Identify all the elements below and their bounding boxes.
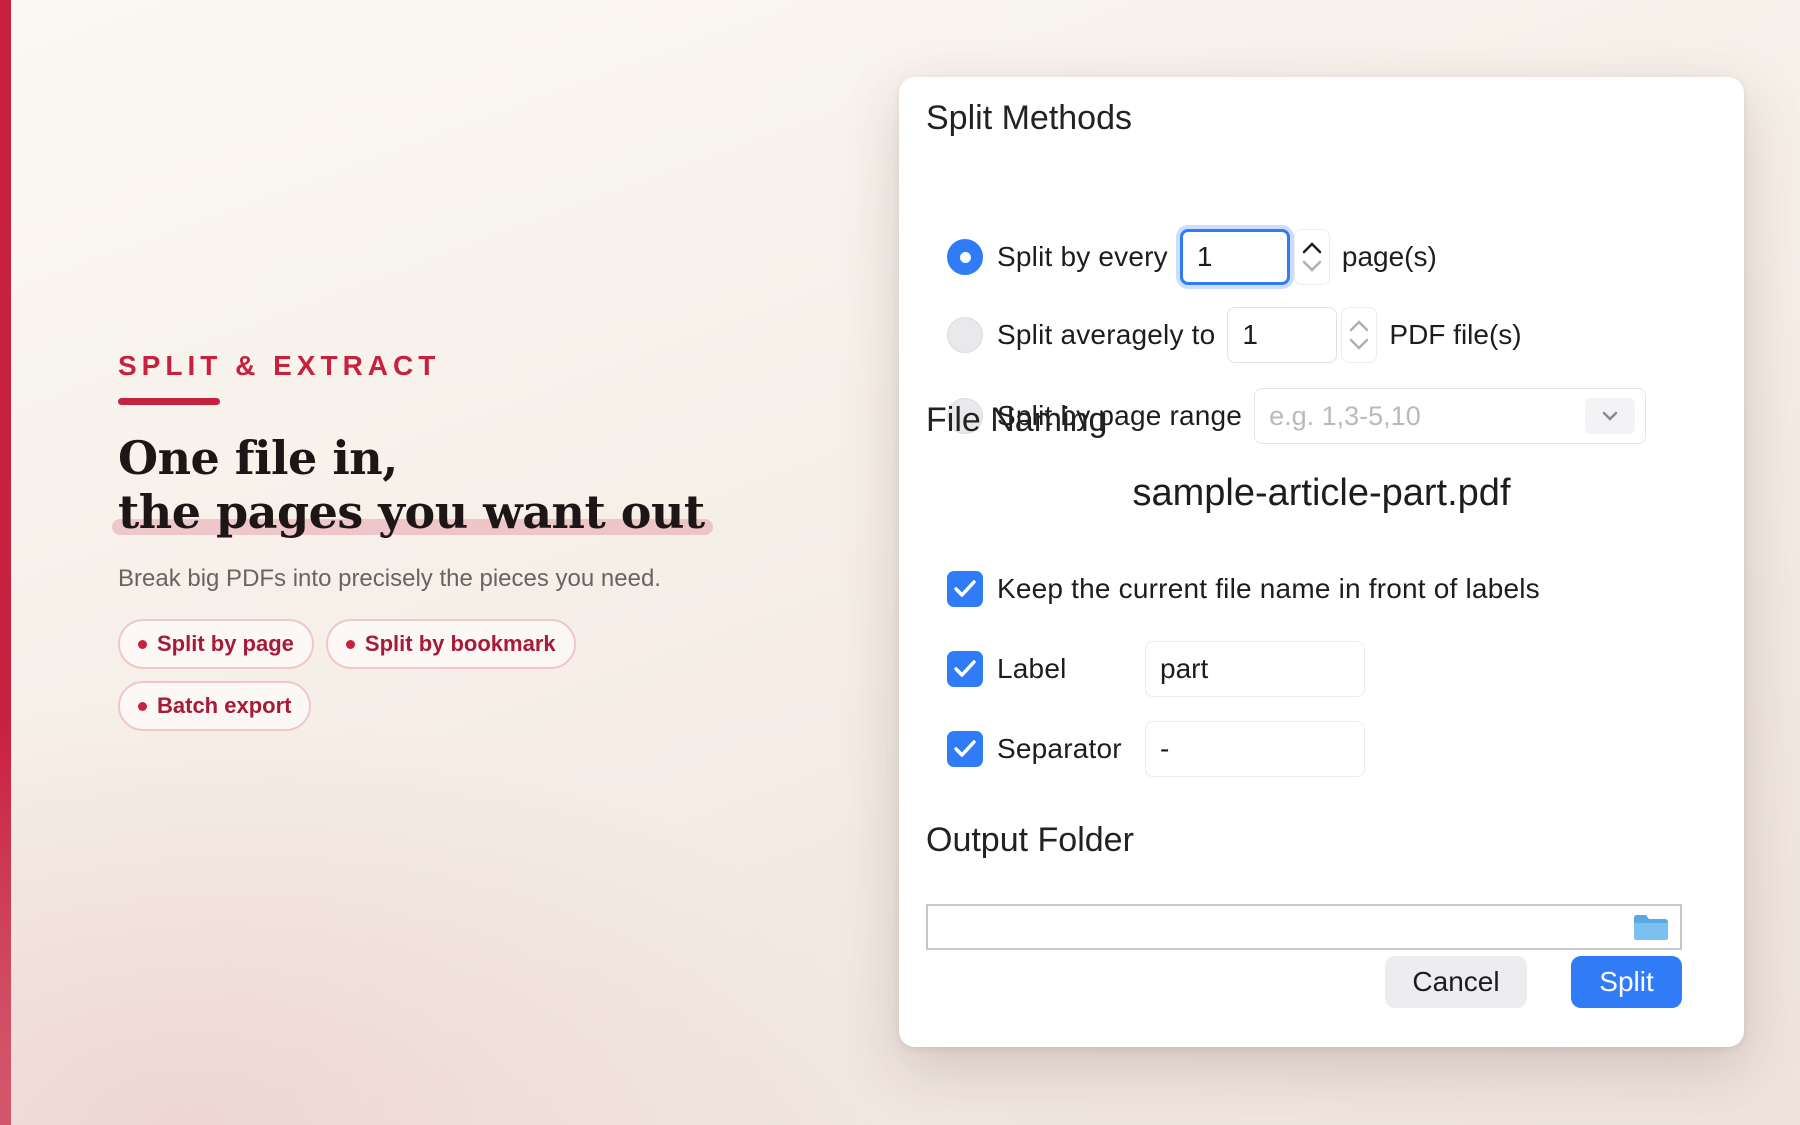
headline-line-1: One file in, xyxy=(118,431,398,485)
chip-split-by-bookmark: Split by bookmark xyxy=(325,619,576,669)
split-every-row: Split by every page(s) xyxy=(947,227,1437,287)
checkmark-icon xyxy=(954,580,976,597)
hero-panel: SPLIT & EXTRACT One file in, the pages y… xyxy=(112,350,738,731)
page-range-input[interactable] xyxy=(1269,400,1570,432)
bullet-icon xyxy=(138,639,147,649)
bullet-icon xyxy=(138,701,147,711)
split-average-label[interactable]: Split averagely to xyxy=(997,319,1215,351)
keep-name-row: Keep the current file name in front of l… xyxy=(947,559,1540,619)
eyebrow-underline xyxy=(118,398,220,405)
separator-text[interactable]: Separator xyxy=(997,733,1122,765)
headline-highlight: the pages you want out xyxy=(112,485,713,539)
headline-line-2: the pages you want out xyxy=(112,485,738,539)
keep-name-checkbox[interactable] xyxy=(947,571,983,607)
chip-label: Batch export xyxy=(157,693,292,718)
split-average-input[interactable] xyxy=(1227,307,1338,363)
eyebrow-text: SPLIT & EXTRACT xyxy=(118,350,441,381)
checkmark-icon xyxy=(954,740,976,757)
chip-label: Split by page xyxy=(157,631,294,656)
separator-checkbox[interactable] xyxy=(947,731,983,767)
chevron-up-icon[interactable] xyxy=(1348,319,1370,333)
split-every-radio[interactable] xyxy=(947,239,983,275)
page-range-dropdown-button[interactable] xyxy=(1585,398,1636,434)
split-every-label[interactable]: Split by every xyxy=(997,241,1168,273)
file-name-preview: sample-article-part.pdf xyxy=(1132,472,1511,514)
background-glow xyxy=(0,700,900,1125)
label-row: Label xyxy=(947,639,1067,699)
feature-chips: Split by page Split by bookmark Batch ex… xyxy=(118,619,618,731)
chevron-down-icon[interactable] xyxy=(1301,259,1323,273)
output-folder-title: Output Folder xyxy=(926,821,1134,859)
output-folder-field[interactable] xyxy=(926,904,1682,950)
label-checkbox[interactable] xyxy=(947,651,983,687)
split-average-stepper[interactable] xyxy=(1341,307,1378,363)
split-dialog: Split Methods Split by every page(s) Spl… xyxy=(899,77,1744,1047)
separator-input[interactable] xyxy=(1145,721,1365,777)
chip-label: Split by bookmark xyxy=(364,631,556,656)
headline: One file in, the pages you want out xyxy=(112,431,738,539)
split-methods-title: Split Methods xyxy=(926,99,1132,137)
folder-icon[interactable] xyxy=(1632,912,1670,942)
chevron-down-icon[interactable] xyxy=(1348,337,1370,351)
chevron-down-icon xyxy=(1602,411,1618,421)
split-every-input[interactable] xyxy=(1179,229,1290,285)
chip-split-by-page: Split by page xyxy=(118,619,314,669)
checkmark-icon xyxy=(954,660,976,677)
split-button[interactable]: Split xyxy=(1571,956,1682,1008)
keep-name-label[interactable]: Keep the current file name in front of l… xyxy=(997,573,1540,605)
bullet-icon xyxy=(345,639,355,649)
hero-subtitle: Break big PDFs into precisely the pieces… xyxy=(118,565,661,592)
split-every-stepper[interactable] xyxy=(1293,229,1330,285)
label-text[interactable]: Label xyxy=(997,653,1067,685)
separator-row: Separator xyxy=(947,719,1122,779)
split-average-row: Split averagely to PDF file(s) xyxy=(947,305,1522,365)
split-average-radio[interactable] xyxy=(947,317,983,353)
radio-dot-icon xyxy=(959,251,971,263)
label-input[interactable] xyxy=(1145,641,1365,697)
page-range-combobox[interactable] xyxy=(1254,388,1647,444)
split-every-unit: page(s) xyxy=(1341,241,1437,272)
cancel-button[interactable]: Cancel xyxy=(1385,956,1527,1008)
file-naming-title: File Naming xyxy=(926,401,1108,439)
chevron-up-icon[interactable] xyxy=(1301,241,1323,255)
split-average-unit: PDF file(s) xyxy=(1389,319,1522,350)
chip-batch-export: Batch export xyxy=(118,681,312,731)
